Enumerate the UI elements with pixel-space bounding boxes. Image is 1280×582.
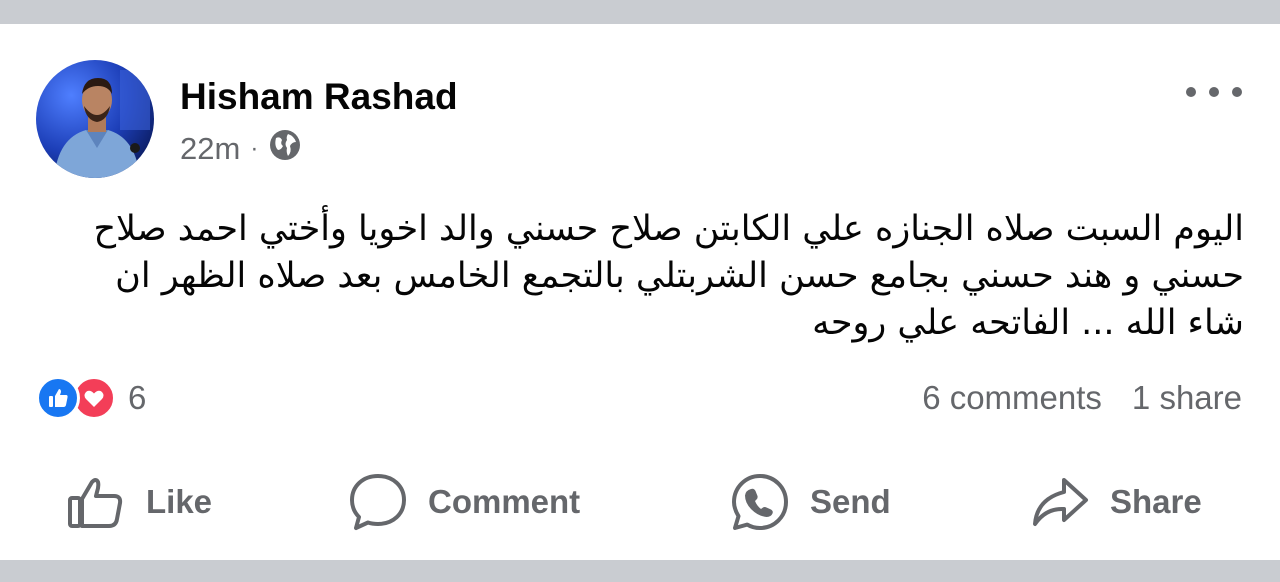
more-dot-icon	[1186, 87, 1196, 97]
comments-count-link[interactable]: 6 comments	[922, 379, 1102, 417]
comment-label: Comment	[428, 483, 581, 520]
like-label: Like	[146, 483, 213, 520]
comment-bubble-icon	[350, 474, 406, 530]
share-arrow-icon	[1033, 478, 1088, 526]
post-text: اليوم السبت صلاه الجنازه علي الكابتن صلا…	[50, 206, 1244, 347]
more-options-button[interactable]	[1186, 82, 1242, 102]
whatsapp-icon	[732, 474, 788, 530]
post-text-line: اليوم السبت صلاه الجنازه علي الكابتن صلا…	[93, 209, 1244, 249]
more-dot-icon	[1209, 87, 1219, 97]
author-name[interactable]: Hisham Rashad	[180, 76, 458, 118]
avatar[interactable]	[36, 60, 154, 178]
engagement-stats: 6 comments 1 share	[922, 376, 1242, 420]
more-dot-icon	[1232, 87, 1242, 97]
share-label: Share	[1110, 483, 1202, 520]
share-button[interactable]: Share	[1030, 464, 1202, 540]
like-reaction-icon	[36, 376, 80, 420]
post-time[interactable]: 22m	[180, 131, 240, 167]
reactions-summary[interactable]: 6	[36, 374, 146, 422]
avatar-photo	[36, 60, 154, 178]
reaction-count: 6	[128, 379, 147, 416]
like-button[interactable]: Like	[66, 464, 212, 540]
bottom-separator	[0, 560, 1280, 582]
globe-icon[interactable]	[268, 128, 302, 170]
comment-button[interactable]: Comment	[348, 464, 580, 540]
top-separator	[0, 0, 1280, 24]
shares-count-link[interactable]: 1 share	[1132, 379, 1242, 417]
post-text-line: حسني و هند حسني بجامع حسن الشربتلي بالتج…	[115, 256, 1244, 296]
thumbs-up-icon	[68, 478, 123, 528]
post-text-line: شاء الله ... الفاتحه علي روحه	[812, 303, 1244, 343]
post-meta: 22m ·	[180, 129, 302, 169]
action-bar: Like Comment Send Share	[0, 464, 1280, 540]
send-button[interactable]: Send	[730, 464, 891, 540]
meta-separator: ·	[250, 135, 259, 162]
post-card: Hisham Rashad 22m · اليوم السبت صلاه الج…	[0, 24, 1280, 560]
send-label: Send	[810, 483, 891, 520]
